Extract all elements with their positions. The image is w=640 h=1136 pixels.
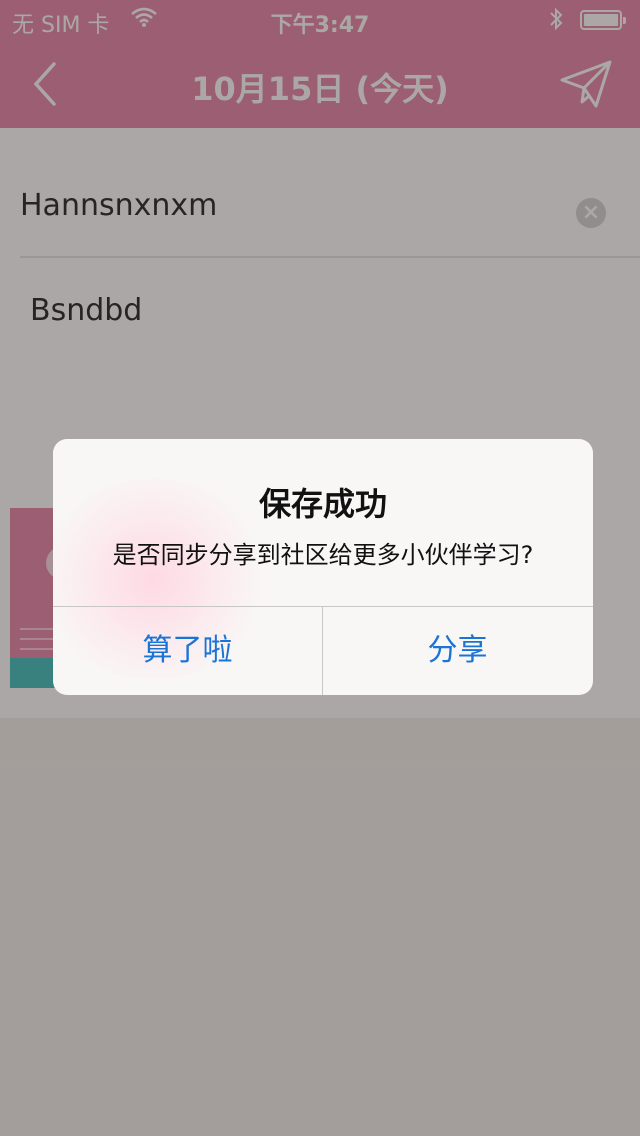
alert-title: 保存成功: [258, 485, 387, 523]
cancel-button[interactable]: 算了啦: [53, 607, 322, 695]
alert-message: 是否同步分享到社区给更多小伙伴学习?: [112, 541, 534, 569]
share-button[interactable]: 分享: [323, 607, 592, 695]
save-success-alert: 保存成功 是否同步分享到社区给更多小伙伴学习? 算了啦 分享: [53, 439, 593, 695]
